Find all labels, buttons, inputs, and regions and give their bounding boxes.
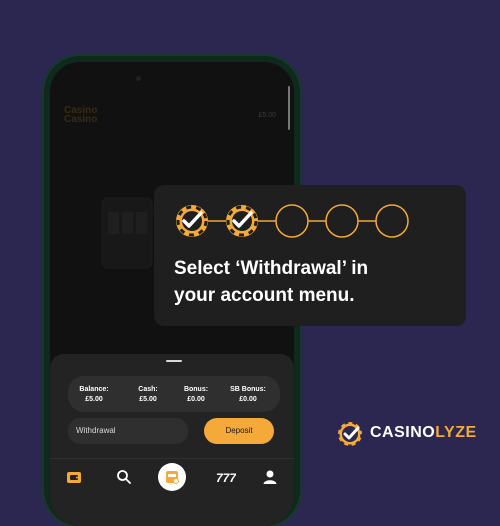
account-icon[interactable] [262,469,278,485]
search-icon[interactable] [116,469,132,485]
step-pending-icon [325,204,359,238]
brand-logo: CASINOLYZE [336,420,476,448]
brand-name: CASINOLYZE [370,424,477,441]
progress-steps [176,204,409,238]
cash-item: Cash: £5.00 [138,386,158,403]
balances-panel: Balance: £5.00 Cash: £5.00 Bonus: £0.00 … [68,376,280,412]
step-complete-icon [226,205,258,237]
casino-home-button[interactable] [158,463,186,491]
deposit-button[interactable]: Deposit [204,418,274,444]
sb-bonus-item: SB Bonus: £0.00 [230,386,266,403]
sheet-handle[interactable] [166,360,182,362]
step-pending-icon [275,204,309,238]
instruction-text: Select ‘Withdrawal’ in your account menu… [174,258,369,306]
step-complete-icon [176,205,208,237]
scrollbar[interactable] [288,86,290,130]
wallet-icon[interactable] [66,469,82,485]
slots-777-icon[interactable]: 777 [216,469,236,485]
camera-dot [136,76,141,81]
bonus-item: Bonus: £0.00 [183,386,209,403]
withdrawal-button[interactable]: Withdrawal [68,418,188,444]
app-logo: Casino Casino [64,105,98,125]
svg-text:777: 777 [216,471,236,485]
account-menu-sheet: Balance: £5.00 Cash: £5.00 Bonus: £0.00 … [50,354,294,526]
instruction-callout: Select ‘Withdrawal’ in your account menu… [154,185,466,326]
casino-icon [166,471,179,484]
balance-item: Balance: £5.00 [79,386,109,403]
header-balance: £5.00 [258,112,276,119]
chip-check-icon [336,420,364,448]
step-pending-icon [375,204,409,238]
bottom-nav: 777 [50,458,294,497]
